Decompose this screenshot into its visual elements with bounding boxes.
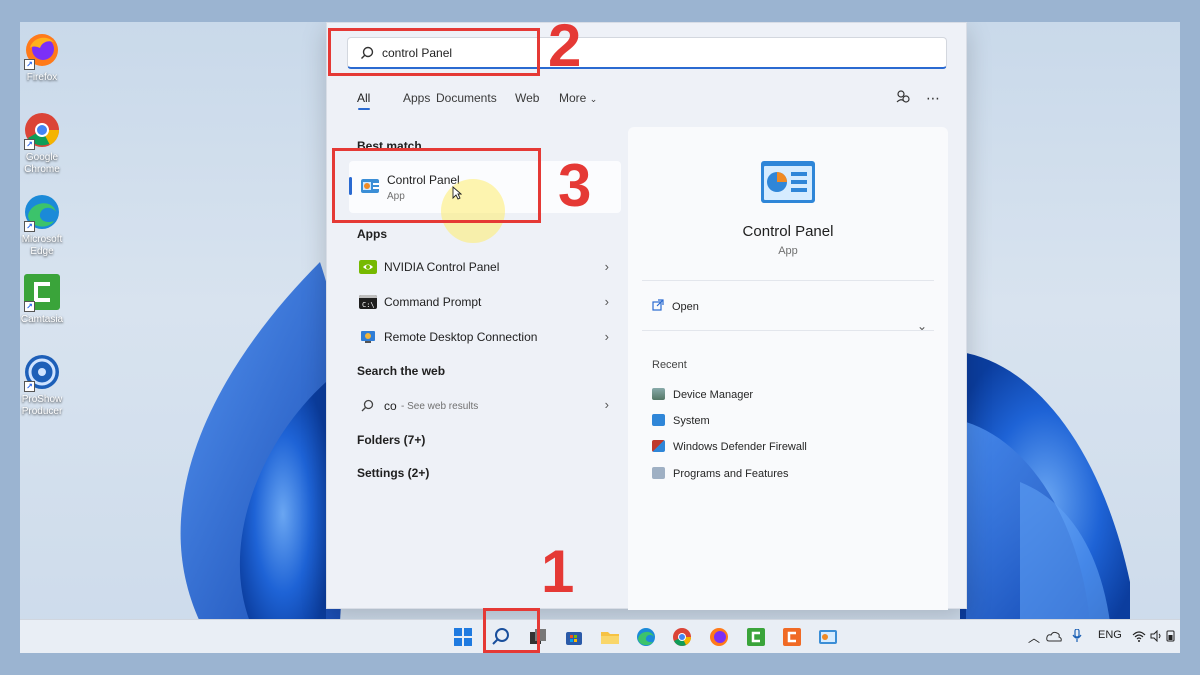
taskbar: ︿ ENG (20, 619, 1180, 653)
open-external-icon (652, 299, 664, 311)
account-switch-icon[interactable] (893, 89, 913, 109)
list-item-nvidia-control-panel[interactable]: NVIDIA Control Panel › (349, 251, 621, 283)
remote-desktop-icon (361, 331, 375, 343)
chevron-right-icon[interactable]: › (605, 294, 609, 309)
web-hint: - See web results (401, 401, 479, 412)
camtasia-recorder-icon[interactable] (782, 627, 802, 647)
desktop-icon-label: Camtasia (20, 314, 64, 325)
microphone-icon[interactable] (1072, 629, 1082, 643)
desktop-icon-label: ProShow Producer (21, 394, 63, 417)
wifi-icon[interactable] (1132, 630, 1146, 642)
proshow-icon: ↗ (22, 352, 62, 392)
volume-icon[interactable] (1150, 630, 1162, 642)
apps-heading: Apps (357, 227, 387, 241)
annotation-box-step2 (328, 28, 540, 76)
recent-item-label: Windows Defender Firewall (673, 441, 807, 453)
recent-item-label: Programs and Features (673, 468, 789, 480)
firefox-icon: ↗ (22, 30, 62, 70)
recent-item-system[interactable]: System (652, 414, 710, 432)
svg-text:C:\: C:\ (362, 301, 375, 309)
search-web-heading: Search the web (357, 364, 446, 378)
search-panel: All Apps Documents Web More ⌄ ⋯ Best mat… (326, 22, 967, 610)
tab-documents[interactable]: Documents (436, 91, 497, 105)
preview-pane: Control Panel App Open ⌄ Recent Device M… (628, 127, 948, 610)
programs-features-icon (652, 467, 665, 479)
open-label: Open (672, 301, 699, 313)
battery-icon[interactable] (1166, 630, 1176, 642)
desktop-icon-label: Google Chrome (24, 152, 60, 175)
annotation-box-step1 (483, 608, 540, 653)
recent-heading: Recent (652, 359, 687, 371)
annotation-number-step2: 2 (548, 22, 582, 79)
tab-more-label: More (559, 91, 587, 105)
store-icon[interactable] (564, 627, 584, 647)
active-tab-indicator (358, 108, 370, 110)
command-prompt-icon: C:\ (359, 295, 377, 309)
start-icon[interactable] (453, 627, 473, 647)
tray-chevron-up-icon[interactable]: ︿ (1028, 629, 1040, 646)
chevron-down-icon: ⌄ (589, 94, 598, 104)
camtasia-icon: ↗ (22, 272, 62, 312)
annotation-box-step3 (332, 148, 541, 223)
desktop-icon-proshow[interactable]: ↗ ProShow Producer (20, 352, 64, 418)
desktop-icon-chrome[interactable]: ↗ Google Chrome (20, 110, 64, 176)
control-panel-icon[interactable] (818, 627, 838, 647)
preview-title: Control Panel (742, 223, 834, 240)
recent-item-device-manager[interactable]: Device Manager (652, 388, 753, 406)
list-item-remote-desktop[interactable]: Remote Desktop Connection › (349, 321, 621, 353)
annotation-number-step1: 1 (541, 538, 575, 605)
list-item-web-search[interactable]: co - See web results › (349, 389, 621, 421)
divider (642, 330, 934, 331)
list-item-command-prompt[interactable]: C:\ Command Prompt › (349, 286, 621, 318)
list-item-label: Command Prompt (384, 295, 482, 309)
preview-type: App (778, 245, 798, 257)
open-action[interactable]: Open (652, 297, 699, 315)
recent-item-label: Device Manager (673, 389, 754, 401)
device-manager-icon (652, 388, 665, 400)
search-icon (361, 399, 374, 412)
chevron-right-icon[interactable]: › (605, 397, 609, 412)
tab-web[interactable]: Web (515, 91, 539, 105)
settings-heading[interactable]: Settings (2+) (357, 466, 429, 480)
desktop-icon-firefox[interactable]: ↗ Firefox (20, 30, 64, 84)
recent-item-firewall[interactable]: Windows Defender Firewall (652, 440, 807, 458)
desktop-icon-label: Microsoft Edge (21, 234, 63, 257)
nvidia-icon (359, 260, 377, 274)
firefox-icon[interactable] (709, 627, 729, 647)
control-panel-large-icon (761, 161, 815, 203)
chevron-right-icon[interactable]: › (605, 259, 609, 274)
desktop-screen: ↗ Firefox ↗ Google Chrome ↗ Microsoft Ed… (20, 22, 1180, 653)
list-item-label: NVIDIA Control Panel (384, 260, 500, 274)
chevron-right-icon[interactable]: › (605, 329, 609, 344)
language-indicator[interactable]: ENG (1098, 629, 1122, 641)
desktop-icon-edge[interactable]: ↗ Microsoft Edge (20, 192, 64, 258)
camtasia-icon[interactable] (746, 627, 766, 647)
list-item-label: Remote Desktop Connection (384, 330, 538, 344)
tab-more[interactable]: More ⌄ (559, 91, 597, 105)
divider (642, 280, 934, 281)
folders-heading[interactable]: Folders (7+) (357, 433, 425, 447)
tab-apps[interactable]: Apps (403, 91, 430, 105)
edge-icon: ↗ (22, 192, 62, 232)
chrome-icon: ↗ (22, 110, 62, 150)
firewall-icon (652, 440, 665, 452)
recent-item-programs-features[interactable]: Programs and Features (652, 467, 789, 485)
desktop-icon-label: Firefox (26, 72, 58, 83)
more-options-icon[interactable]: ⋯ (923, 89, 943, 109)
file-explorer-icon[interactable] (600, 627, 620, 647)
annotation-number-step3: 3 (558, 152, 592, 219)
tab-all[interactable]: All (357, 91, 370, 105)
onedrive-icon[interactable] (1046, 630, 1062, 642)
web-query: co (384, 399, 397, 413)
chrome-icon[interactable] (672, 627, 692, 647)
system-icon (652, 414, 665, 426)
edge-icon[interactable] (636, 627, 656, 647)
expand-chevron-icon[interactable]: ⌄ (917, 319, 927, 333)
recent-item-label: System (673, 415, 710, 427)
desktop-icon-camtasia[interactable]: ↗ Camtasia (20, 272, 64, 326)
